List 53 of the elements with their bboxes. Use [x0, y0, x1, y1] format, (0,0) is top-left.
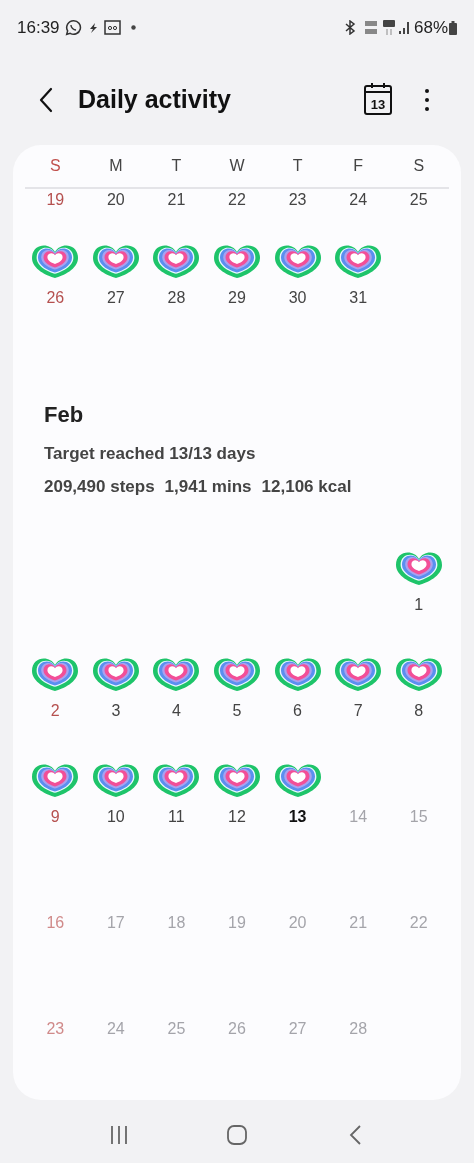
day-number[interactable]: 7 [353, 701, 363, 721]
bolt-icon [87, 21, 98, 34]
signal-icon [398, 21, 411, 34]
day-number[interactable]: 29 [228, 288, 246, 308]
target-summary: Target reached 13/13 days [44, 443, 257, 465]
recent-apps-icon[interactable] [109, 1125, 129, 1145]
weekday-label: F [352, 156, 364, 176]
back-nav-icon[interactable] [348, 1124, 362, 1146]
chat-icon [64, 19, 82, 36]
weekday-label: S [412, 156, 426, 176]
day-number[interactable]: 11 [168, 807, 185, 827]
day-number[interactable]: 28 [167, 288, 186, 308]
calendar-button[interactable]: 13 [364, 85, 392, 115]
day-number[interactable]: 31 [349, 288, 368, 308]
day-number[interactable]: 23 [288, 190, 307, 210]
back-icon[interactable] [39, 87, 53, 113]
activity-stat: 12,106 kcal [261, 476, 352, 498]
status-time: 16:39 [17, 16, 60, 39]
day-number[interactable]: 30 [288, 288, 307, 308]
weekday-label: T [291, 156, 304, 176]
day-number[interactable]: 8 [414, 701, 424, 721]
activity-stat: 1,941 mins [164, 476, 252, 498]
weekday-label: W [228, 156, 246, 176]
bluetooth-icon [343, 20, 356, 35]
day-number[interactable]: 9 [50, 807, 60, 827]
weekday-label: T [170, 156, 183, 176]
weekday-label: S [48, 156, 62, 176]
day-number[interactable]: 1 [414, 595, 424, 615]
day-number[interactable]: 24 [349, 190, 368, 210]
month-title: Feb [44, 401, 85, 429]
activity-stat: 209,490 steps [44, 476, 155, 498]
dot-icon [130, 25, 136, 30]
day-number[interactable]: 2 [50, 701, 60, 721]
weekday-label: M [108, 156, 124, 176]
battery-level: 68% [413, 16, 448, 39]
battery-icon [449, 20, 457, 35]
day-number[interactable]: 3 [111, 701, 121, 721]
page-title: Daily activity [78, 84, 231, 116]
day-number[interactable]: 13 [288, 807, 307, 827]
day-number[interactable]: 21 [167, 190, 186, 210]
day-number[interactable]: 4 [171, 701, 181, 721]
day-number[interactable]: 12 [228, 807, 246, 827]
day-number[interactable]: 6 [293, 701, 302, 721]
day-number[interactable]: 19 [46, 190, 65, 210]
day-number[interactable]: 20 [106, 190, 125, 210]
day-number[interactable]: 25 [409, 190, 428, 210]
day-number[interactable]: 26 [46, 288, 65, 308]
day-number[interactable]: 22 [228, 190, 246, 210]
home-icon[interactable] [226, 1124, 248, 1146]
cassette-icon [103, 20, 121, 35]
day-number[interactable]: 27 [106, 288, 125, 308]
day-number[interactable]: 5 [232, 701, 242, 721]
day-number[interactable]: 10 [106, 807, 125, 827]
